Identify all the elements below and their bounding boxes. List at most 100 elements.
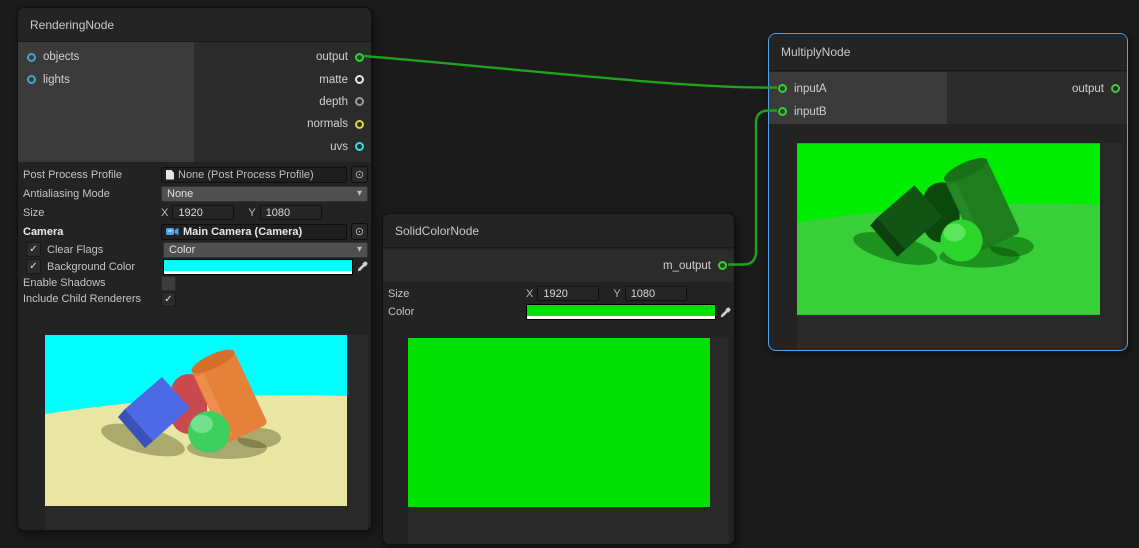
- solid-color-label: Color: [388, 306, 526, 318]
- rendering-properties: Post Process Profile None (Post Process …: [18, 162, 371, 307]
- rendering-preview-image: [45, 335, 347, 506]
- solid-size-label: Size: [388, 288, 526, 300]
- objects-port-icon[interactable]: [27, 53, 36, 62]
- normals-port-icon[interactable]: [355, 120, 364, 129]
- solid-color-properties: Size X 1920 Y 1080 Color: [383, 282, 734, 321]
- solid-size-row: Size X 1920 Y 1080: [383, 284, 734, 303]
- background-color-swatch[interactable]: [163, 259, 353, 275]
- solid-color-node-title: SolidColorNode: [395, 224, 479, 238]
- rendering-node-title-bar[interactable]: RenderingNode: [18, 8, 371, 42]
- antialiasing-mode-dropdown[interactable]: None: [161, 186, 368, 202]
- port-matte[interactable]: matte: [194, 68, 371, 90]
- clear-flags-row: Clear Flags Color: [18, 241, 371, 258]
- size-y-input[interactable]: 1080: [260, 205, 322, 220]
- rendering-node-title: RenderingNode: [30, 18, 114, 32]
- port-uvs[interactable]: uvs: [194, 136, 371, 158]
- antialiasing-mode-row: Antialiasing Mode None: [18, 184, 371, 203]
- antialiasing-mode-value: None: [167, 188, 193, 200]
- lights-port-icon[interactable]: [27, 75, 36, 84]
- include-child-renderers-row: Include Child Renderers: [18, 291, 371, 307]
- port-lights[interactable]: lights: [18, 68, 194, 90]
- uvs-port-label: uvs: [330, 141, 348, 153]
- rendering-preview-panel: [45, 335, 368, 531]
- port-inputB[interactable]: inputB: [769, 100, 947, 123]
- m-output-port-label: m_output: [663, 260, 711, 272]
- include-child-renderers-checkbox[interactable]: [161, 292, 176, 307]
- post-process-profile-label: Post Process Profile: [23, 169, 161, 181]
- node-rendering[interactable]: RenderingNode objects lights output: [17, 7, 372, 531]
- wire-output-to-inputA[interactable]: [364, 56, 777, 88]
- size-x-axis-label: X: [161, 207, 168, 219]
- eyedropper-icon[interactable]: [357, 261, 368, 272]
- object-picker-icon[interactable]: ⊙: [351, 166, 368, 183]
- enable-shadows-checkbox[interactable]: [161, 276, 176, 291]
- rendering-input-ports: objects lights: [18, 42, 194, 162]
- uvs-port-icon[interactable]: [355, 142, 364, 151]
- port-m-output[interactable]: m_output: [383, 255, 734, 277]
- solid-size-y-input[interactable]: 1080: [625, 286, 687, 301]
- camera-icon: [166, 227, 179, 236]
- post-process-profile-field[interactable]: None (Post Process Profile): [161, 167, 347, 183]
- depth-port-icon[interactable]: [355, 97, 364, 106]
- port-objects[interactable]: objects: [18, 46, 194, 68]
- node-multiply[interactable]: MultiplyNode inputA inputB output: [768, 33, 1128, 351]
- background-color-checkbox[interactable]: [26, 259, 41, 274]
- eyedropper-icon[interactable]: [720, 307, 731, 318]
- multiply-node-title-bar[interactable]: MultiplyNode: [769, 34, 1127, 71]
- clear-flags-checkbox[interactable]: [26, 242, 41, 257]
- lights-port-label: lights: [43, 74, 70, 86]
- camera-field[interactable]: Main Camera (Camera): [161, 224, 347, 240]
- rendering-output-ports: output matte depth normals uvs: [194, 42, 371, 162]
- port-multiply-output[interactable]: output: [947, 77, 1127, 100]
- output-port-icon[interactable]: [355, 53, 364, 62]
- file-icon: [166, 170, 174, 180]
- enable-shadows-label: Enable Shadows: [23, 277, 161, 289]
- post-process-profile-value: None (Post Process Profile): [178, 169, 314, 181]
- multiply-output-ports: output: [947, 72, 1127, 124]
- port-output[interactable]: output: [194, 46, 371, 68]
- size-x-input[interactable]: 1920: [172, 205, 234, 220]
- port-inputA[interactable]: inputA: [769, 77, 947, 100]
- multiply-output-port-icon[interactable]: [1111, 84, 1120, 93]
- inputA-port-label: inputA: [794, 83, 827, 95]
- enable-shadows-row: Enable Shadows: [18, 275, 371, 291]
- multiply-preview-image: [797, 143, 1100, 315]
- solid-color-node-title-bar[interactable]: SolidColorNode: [383, 214, 734, 248]
- solid-color-row: Color: [383, 303, 734, 321]
- clear-flags-value: Color: [169, 244, 195, 256]
- multiply-preview-panel: [797, 143, 1122, 351]
- background-color-row: Background Color: [18, 258, 371, 275]
- camera-value: Main Camera (Camera): [183, 226, 302, 238]
- background-color-label: Background Color: [47, 261, 163, 273]
- inputB-port-label: inputB: [794, 106, 827, 118]
- camera-object-picker-icon[interactable]: ⊙: [351, 223, 368, 240]
- port-depth[interactable]: depth: [194, 91, 371, 113]
- inputB-port-icon[interactable]: [778, 107, 787, 116]
- node-solid-color[interactable]: SolidColorNode m_output Size X 1920 Y 10…: [382, 213, 735, 545]
- rendering-ports-section: objects lights output matte depth: [18, 42, 371, 162]
- solid-color-preview-panel: [408, 338, 729, 545]
- post-process-profile-row: Post Process Profile None (Post Process …: [18, 165, 371, 184]
- camera-row: Camera Main Camera (Camera) ⊙: [18, 222, 371, 241]
- node-graph-canvas[interactable]: RenderingNode objects lights output: [0, 0, 1139, 548]
- size-row: Size X 1920 Y 1080: [18, 203, 371, 222]
- solid-size-x-input[interactable]: 1920: [537, 286, 599, 301]
- objects-port-label: objects: [43, 51, 79, 63]
- depth-port-label: depth: [319, 96, 348, 108]
- size-label: Size: [23, 207, 161, 219]
- inputA-port-icon[interactable]: [778, 84, 787, 93]
- clear-flags-dropdown[interactable]: Color: [163, 242, 368, 258]
- solid-color-swatch[interactable]: [526, 304, 716, 320]
- multiply-input-ports: inputA inputB: [769, 72, 947, 124]
- camera-label: Camera: [23, 226, 161, 238]
- matte-port-icon[interactable]: [355, 75, 364, 84]
- clear-flags-label: Clear Flags: [47, 244, 163, 256]
- size-y-axis-label: Y: [248, 207, 255, 219]
- port-normals[interactable]: normals: [194, 113, 371, 135]
- m-output-port-icon[interactable]: [718, 261, 727, 270]
- solid-size-x-axis-label: X: [526, 288, 533, 300]
- antialiasing-mode-label: Antialiasing Mode: [23, 188, 161, 200]
- normals-port-label: normals: [307, 118, 348, 130]
- output-port-label: output: [316, 51, 348, 63]
- matte-port-label: matte: [319, 74, 348, 86]
